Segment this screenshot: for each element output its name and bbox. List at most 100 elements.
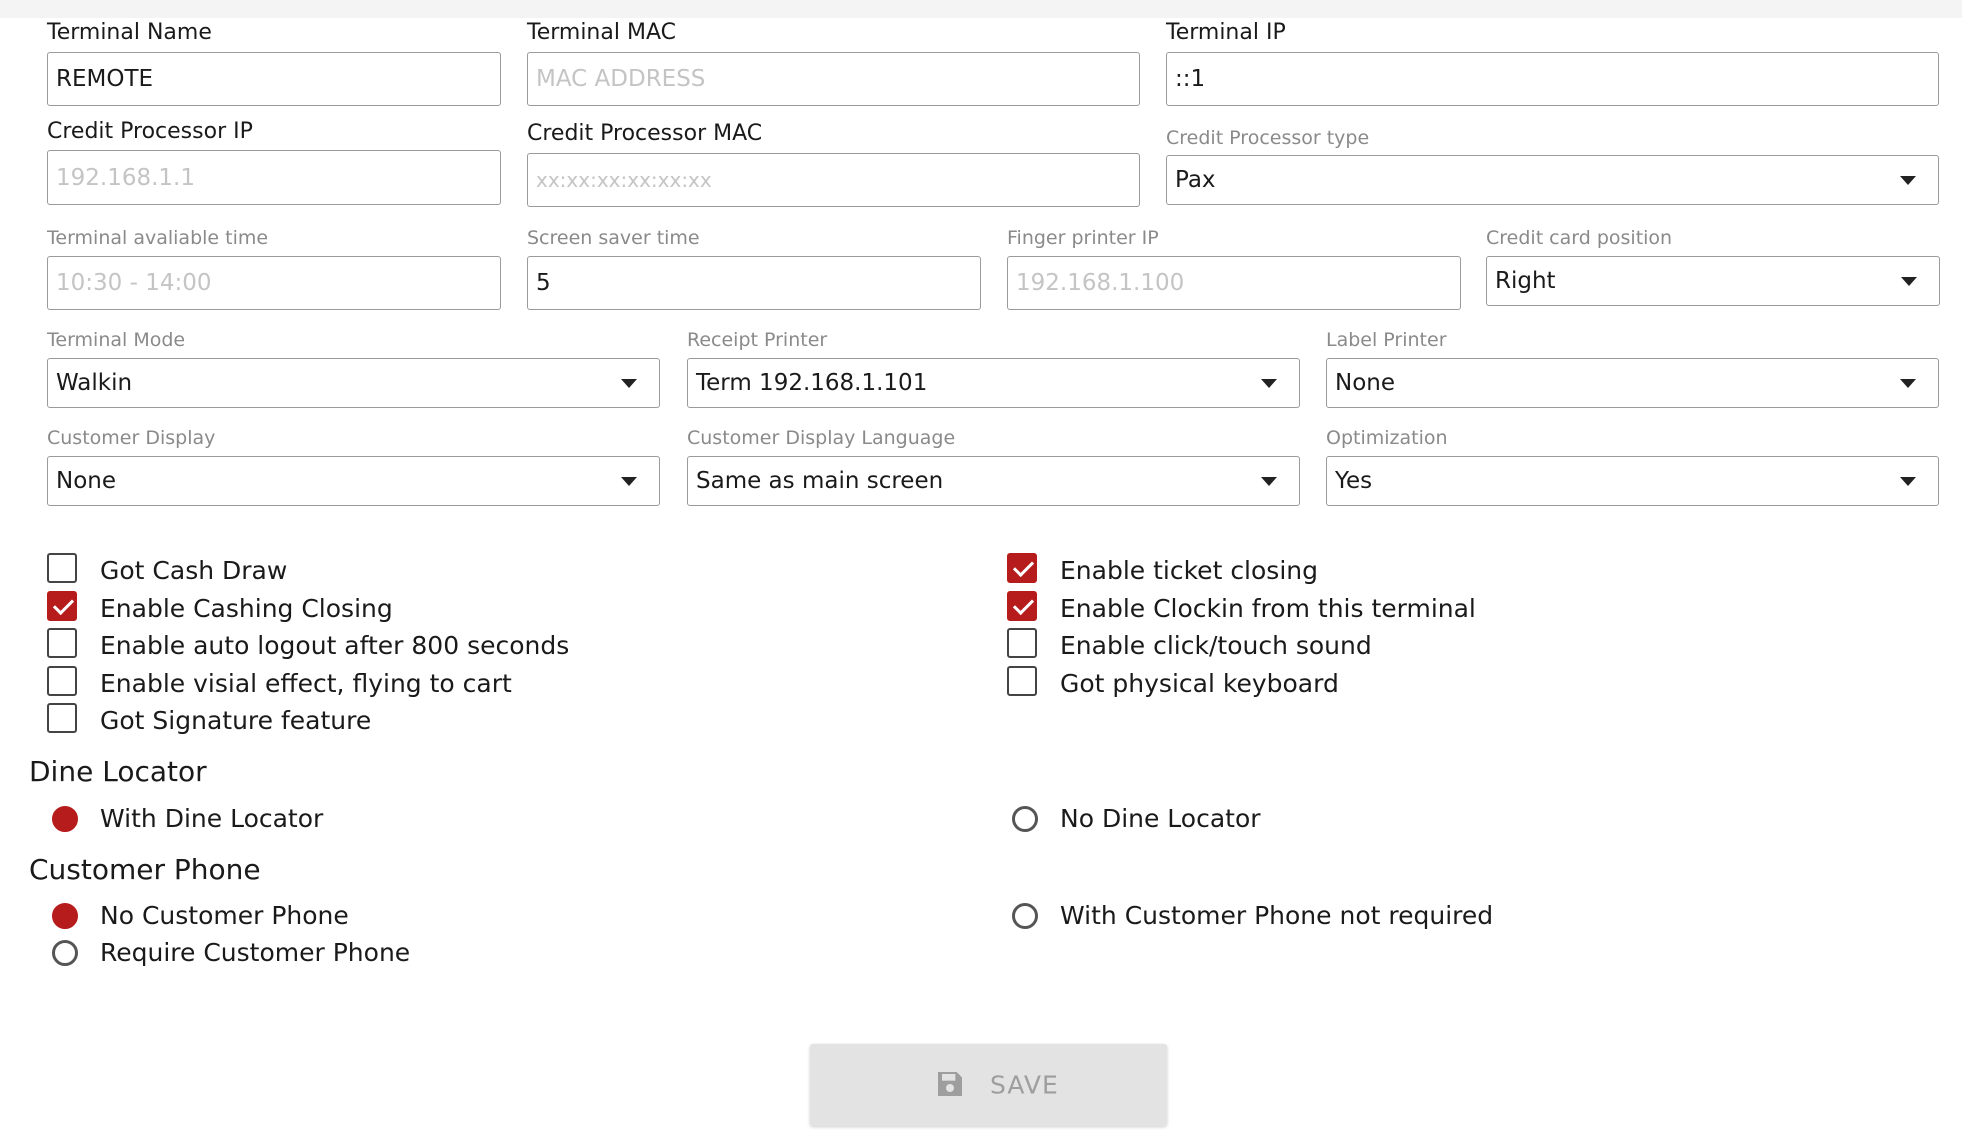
radio-label-no-customer-phone: No Customer Phone bbox=[100, 901, 349, 930]
credit-processor-type-label: Credit Processor type bbox=[1166, 127, 1370, 149]
credit-card-position-select[interactable]: Right bbox=[1486, 256, 1940, 306]
checkbox-label-enable-cashing-closing: Enable Cashing Closing bbox=[100, 594, 393, 623]
radio-label-with-customer-phone-not-required: With Customer Phone not required bbox=[1060, 901, 1494, 930]
customer-display-language-value: Same as main screen bbox=[696, 468, 944, 494]
radio-with-customer-phone-not-required[interactable] bbox=[1012, 903, 1038, 929]
credit-processor-type-field: Credit Processor type Pax bbox=[1166, 127, 1939, 207]
radio-label-no-dine-locator: No Dine Locator bbox=[1060, 804, 1261, 833]
terminal-available-time-field: Terminal avaliable time 10:30 - 14:00 bbox=[47, 227, 501, 311]
label-printer-field: Label Printer None bbox=[1326, 329, 1939, 409]
dine-locator-heading: Dine Locator bbox=[29, 755, 207, 788]
chevron-down-icon bbox=[621, 477, 637, 486]
terminal-available-time-label: Terminal avaliable time bbox=[47, 227, 269, 249]
receipt-printer-field: Receipt Printer Term 192.168.1.101 bbox=[687, 329, 1300, 409]
radio-label-with-dine-locator: With Dine Locator bbox=[100, 804, 324, 833]
terminal-mode-label: Terminal Mode bbox=[47, 329, 186, 351]
screen-saver-time-input[interactable]: 5 bbox=[527, 256, 981, 310]
optimization-select[interactable]: Yes bbox=[1326, 456, 1939, 506]
terminal-name-value: REMOTE bbox=[56, 66, 154, 92]
credit-card-position-field: Credit card position Right bbox=[1486, 227, 1940, 311]
finger-printer-ip-input[interactable]: 192.168.1.100 bbox=[1007, 256, 1461, 310]
credit-processor-ip-field: Credit Processor IP 192.168.1.1 bbox=[47, 119, 501, 207]
receipt-printer-value: Term 192.168.1.101 bbox=[696, 370, 928, 396]
terminal-ip-label: Terminal IP bbox=[1166, 20, 1286, 45]
label-printer-label: Label Printer bbox=[1326, 329, 1447, 351]
checkbox-enable-ticket-closing[interactable] bbox=[1007, 553, 1037, 583]
top-bar bbox=[0, 0, 1962, 18]
chevron-down-icon bbox=[1900, 477, 1916, 486]
checkbox-label-got-physical-keyboard: Got physical keyboard bbox=[1060, 669, 1339, 698]
finger-printer-ip-placeholder: 192.168.1.100 bbox=[1016, 270, 1185, 296]
terminal-mac-label: Terminal MAC bbox=[527, 20, 676, 45]
chevron-down-icon bbox=[621, 379, 637, 388]
checkbox-enable-visual-effect[interactable] bbox=[47, 666, 77, 696]
credit-processor-ip-label: Credit Processor IP bbox=[47, 119, 253, 144]
screen-saver-time-field: Screen saver time 5 bbox=[527, 227, 981, 311]
label-printer-value: None bbox=[1335, 370, 1396, 396]
credit-processor-ip-input[interactable]: 192.168.1.1 bbox=[47, 150, 501, 205]
credit-processor-type-select[interactable]: Pax bbox=[1166, 155, 1939, 205]
terminal-ip-value: ::1 bbox=[1175, 66, 1206, 92]
checkbox-label-enable-click-sound: Enable click/touch sound bbox=[1060, 631, 1372, 660]
customer-display-value: None bbox=[56, 468, 117, 494]
radio-no-dine-locator[interactable] bbox=[1012, 806, 1038, 832]
floppy-disk-icon bbox=[938, 1072, 962, 1096]
terminal-name-input[interactable]: REMOTE bbox=[47, 52, 501, 106]
chevron-down-icon bbox=[1900, 379, 1916, 388]
receipt-printer-select[interactable]: Term 192.168.1.101 bbox=[687, 358, 1300, 408]
radio-no-customer-phone[interactable] bbox=[52, 903, 78, 929]
terminal-available-time-placeholder: 10:30 - 14:00 bbox=[56, 270, 212, 296]
checkbox-enable-clockin[interactable] bbox=[1007, 591, 1037, 621]
terminal-mac-field: Terminal MAC MAC ADDRESS bbox=[527, 20, 1140, 108]
save-button[interactable]: SAVE bbox=[810, 1044, 1167, 1126]
terminal-ip-input[interactable]: ::1 bbox=[1166, 52, 1939, 106]
terminal-mode-field: Terminal Mode Walkin bbox=[47, 329, 660, 409]
customer-display-select[interactable]: None bbox=[47, 456, 660, 506]
credit-card-position-label: Credit card position bbox=[1486, 227, 1673, 249]
checkbox-got-cash-draw[interactable] bbox=[47, 553, 77, 583]
save-button-label: SAVE bbox=[990, 1070, 1059, 1100]
terminal-mac-placeholder: MAC ADDRESS bbox=[536, 66, 706, 92]
optimization-field: Optimization Yes bbox=[1326, 427, 1939, 507]
terminal-name-field: Terminal Name REMOTE bbox=[47, 20, 501, 108]
radio-with-dine-locator[interactable] bbox=[52, 806, 78, 832]
chevron-down-icon bbox=[1261, 379, 1277, 388]
credit-processor-mac-field: Credit Processor MAC xx:xx:xx:xx:xx:xx bbox=[527, 121, 1140, 209]
customer-display-language-field: Customer Display Language Same as main s… bbox=[687, 427, 1300, 507]
customer-phone-heading: Customer Phone bbox=[29, 853, 261, 886]
checkbox-label-enable-visual-effect: Enable visial effect, flying to cart bbox=[100, 669, 512, 698]
chevron-down-icon bbox=[1900, 176, 1916, 185]
checkbox-enable-cashing-closing[interactable] bbox=[47, 591, 77, 621]
customer-display-language-select[interactable]: Same as main screen bbox=[687, 456, 1300, 506]
checkbox-label-enable-clockin: Enable Clockin from this terminal bbox=[1060, 594, 1476, 623]
optimization-label: Optimization bbox=[1326, 427, 1448, 449]
checkbox-label-enable-ticket-closing: Enable ticket closing bbox=[1060, 556, 1318, 585]
screen-saver-time-value: 5 bbox=[536, 270, 551, 296]
credit-processor-mac-input[interactable]: xx:xx:xx:xx:xx:xx bbox=[527, 153, 1140, 207]
customer-display-language-label: Customer Display Language bbox=[687, 427, 956, 449]
terminal-mode-value: Walkin bbox=[56, 370, 133, 396]
terminal-mode-select[interactable]: Walkin bbox=[47, 358, 660, 408]
checkbox-enable-auto-logout[interactable] bbox=[47, 628, 77, 658]
customer-display-label: Customer Display bbox=[47, 427, 216, 449]
label-printer-select[interactable]: None bbox=[1326, 358, 1939, 408]
terminal-mac-input[interactable]: MAC ADDRESS bbox=[527, 52, 1140, 106]
terminal-name-label: Terminal Name bbox=[47, 20, 212, 45]
credit-processor-mac-label: Credit Processor MAC bbox=[527, 121, 763, 146]
checkbox-got-signature-feature[interactable] bbox=[47, 703, 77, 733]
radio-require-customer-phone[interactable] bbox=[52, 940, 78, 966]
customer-display-field: Customer Display None bbox=[47, 427, 660, 507]
chevron-down-icon bbox=[1901, 277, 1917, 286]
finger-printer-ip-label: Finger printer IP bbox=[1007, 227, 1159, 249]
optimization-value: Yes bbox=[1335, 468, 1373, 494]
receipt-printer-label: Receipt Printer bbox=[687, 329, 828, 351]
checkbox-got-physical-keyboard[interactable] bbox=[1007, 666, 1037, 696]
credit-processor-type-value: Pax bbox=[1175, 167, 1216, 193]
terminal-available-time-input[interactable]: 10:30 - 14:00 bbox=[47, 256, 501, 310]
radio-label-require-customer-phone: Require Customer Phone bbox=[100, 938, 411, 967]
checkbox-label-enable-auto-logout: Enable auto logout after 800 seconds bbox=[100, 631, 570, 660]
screen-saver-time-label: Screen saver time bbox=[527, 227, 700, 249]
checkbox-enable-click-sound[interactable] bbox=[1007, 628, 1037, 658]
credit-processor-mac-placeholder: xx:xx:xx:xx:xx:xx bbox=[536, 168, 712, 192]
finger-printer-ip-field: Finger printer IP 192.168.1.100 bbox=[1007, 227, 1461, 311]
